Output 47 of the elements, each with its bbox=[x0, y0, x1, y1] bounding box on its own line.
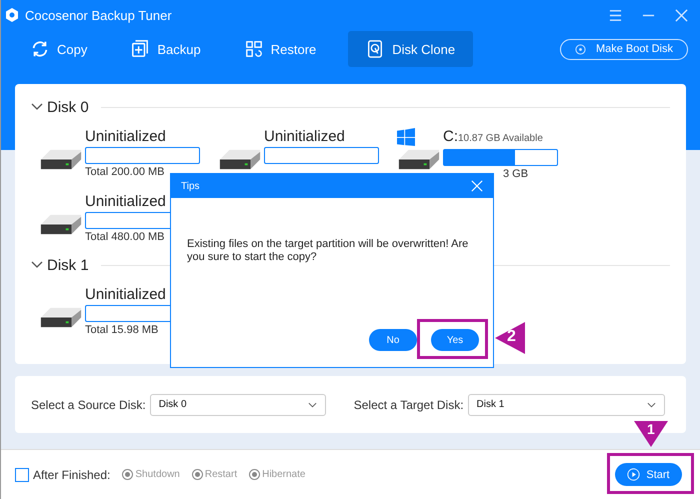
nav-tab[interactable]: Restore bbox=[232, 31, 328, 67]
hard-drive-icon[interactable] bbox=[218, 148, 262, 171]
nav-tab[interactable]: Copy bbox=[19, 31, 100, 67]
disk-dropdown[interactable]: Disk 1 bbox=[468, 394, 665, 416]
dialog-button[interactable]: No bbox=[369, 329, 417, 351]
chevron-down-icon bbox=[308, 402, 317, 408]
chevron-icon[interactable] bbox=[31, 261, 43, 269]
nav-tab[interactable]: Backup bbox=[119, 31, 213, 67]
partition-total: Total 200.00 MB bbox=[85, 165, 164, 179]
windows-logo-icon bbox=[397, 128, 415, 146]
hard-drive-icon[interactable] bbox=[39, 306, 83, 329]
app-logo-icon bbox=[5, 8, 19, 22]
hard-drive-icon[interactable] bbox=[397, 148, 441, 171]
hard-drive-icon[interactable] bbox=[39, 148, 83, 171]
window-title: Cocosenor Backup Tuner bbox=[25, 8, 172, 22]
highlight-frame bbox=[417, 319, 488, 359]
menu-icon[interactable] bbox=[609, 8, 622, 22]
hard-drive-icon[interactable] bbox=[39, 213, 83, 236]
partition-name: Uninitialized bbox=[85, 128, 166, 146]
play-icon bbox=[627, 468, 640, 481]
add-icon bbox=[131, 40, 150, 58]
dialog-title: Tips bbox=[181, 180, 200, 192]
make-boot-disk-button[interactable]: Make Boot Disk bbox=[560, 38, 688, 60]
partition-name: Uninitialized bbox=[85, 286, 166, 304]
disk-dropdown[interactable]: Disk 0 bbox=[150, 394, 326, 416]
select-label: Select a Target Disk: bbox=[354, 398, 464, 412]
partition-name: C:10.87 GB Available bbox=[443, 128, 543, 147]
close-icon[interactable] bbox=[675, 8, 688, 22]
partition-name: Uninitialized bbox=[85, 193, 166, 211]
checkbox-label: After Finished: bbox=[33, 468, 110, 482]
select-label: Select a Source Disk: bbox=[31, 398, 146, 412]
chevron-icon[interactable] bbox=[31, 103, 43, 111]
dialog-button[interactable]: Yes bbox=[431, 329, 479, 351]
restore-icon bbox=[244, 40, 263, 58]
disk-title: Disk 1 bbox=[47, 256, 89, 274]
checkbox[interactable] bbox=[15, 468, 29, 482]
sync-icon bbox=[31, 40, 49, 58]
disc-icon bbox=[574, 44, 586, 54]
partition-total: Total 480.00 MB bbox=[85, 230, 164, 244]
nav-tab[interactable]: Disk Clone bbox=[348, 31, 474, 67]
start-button[interactable]: Start bbox=[615, 463, 682, 486]
dialog-message: Existing files on the target partition will be overwritten! Are you sure to start the copy? bbox=[186, 237, 470, 264]
partition-name: Uninitialized bbox=[264, 128, 345, 146]
partition-total: Total 15.98 MB bbox=[85, 323, 158, 337]
partition-total: 3 GB bbox=[503, 167, 528, 181]
chevron-down-icon bbox=[646, 402, 656, 408]
disk-title: Disk 0 bbox=[47, 98, 89, 116]
